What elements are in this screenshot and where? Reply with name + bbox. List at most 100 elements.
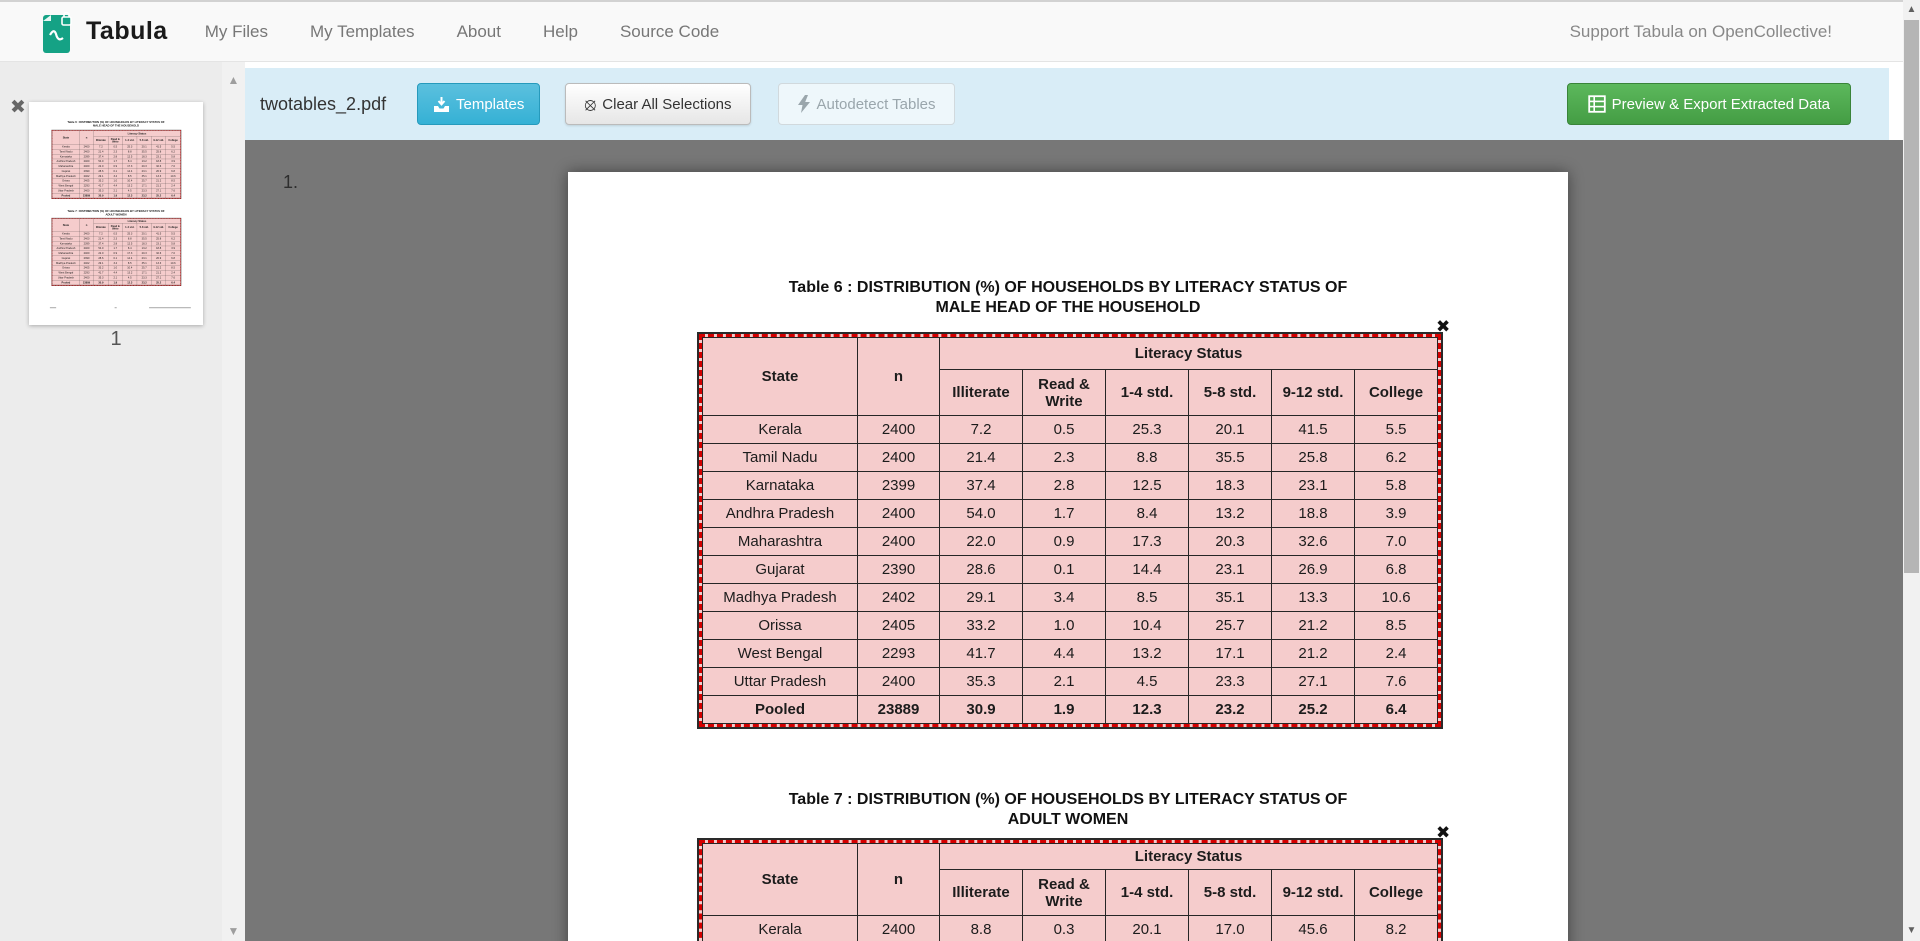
document-filename: twotables_2.pdf (260, 94, 391, 115)
table-cell: 5.5 (1355, 416, 1438, 444)
table-title: Table 7 : DISTRIBUTION (%) OF HOUSEHOLDS… (29, 210, 203, 217)
table-cell: 23.2 (1189, 696, 1272, 724)
table-cell: 21.4 (940, 444, 1023, 472)
column-header: College (1355, 370, 1438, 416)
table-cell: 18.8 (1272, 500, 1355, 528)
tabula-home-link[interactable]: Tabula (43, 11, 168, 53)
table-cell: 29.1 (940, 584, 1023, 612)
table-cell: 21.2 (1272, 612, 1355, 640)
autodetect-button-label: Autodetect Tables (817, 96, 936, 113)
table-cell: 8.5 (1106, 584, 1189, 612)
table-cell: 35.1 (1189, 584, 1272, 612)
table-cell: 41.7 (940, 640, 1023, 668)
table-cell: 8.2 (1355, 916, 1438, 941)
nav-link-about[interactable]: About (457, 22, 501, 42)
table-cell: 2.1 (1023, 668, 1106, 696)
nav-link-source-code[interactable]: Source Code (620, 22, 719, 42)
table-cell: 23.2 (137, 280, 151, 285)
support-link[interactable]: Support Tabula on OpenCollective! (1570, 22, 1832, 42)
page-thumbnail[interactable]: Table 6 : DISTRIBUTION (%) OF HOUSEHOLDS… (29, 102, 203, 325)
nav-link-my-templates[interactable]: My Templates (310, 22, 415, 42)
table-cell: 6.2 (1355, 444, 1438, 472)
selection-region[interactable]: StatenLiteracy StatusIlliterateRead & Wr… (52, 218, 181, 285)
table-cell: 25.2 (151, 280, 165, 285)
table-cell: 30.9 (940, 696, 1023, 724)
table-list-icon (1588, 95, 1606, 113)
table-cell: 26.9 (1272, 556, 1355, 584)
scrollbar-up-icon[interactable]: ▲ (1903, 4, 1920, 15)
table-cell: 20.1 (1106, 916, 1189, 941)
extracted-table: StatenLiteracy StatusIlliterateRead & Wr… (52, 219, 180, 285)
table-cell: 18.3 (1189, 472, 1272, 500)
page-number-label: 1. (283, 172, 298, 193)
nav-link-help[interactable]: Help (543, 22, 578, 42)
table-row: Kerala24008.80.320.117.045.68.2 (703, 916, 1438, 941)
table-cell: Andhra Pradesh (703, 500, 858, 528)
table-cell: 10.4 (1106, 612, 1189, 640)
autodetect-tables-button[interactable]: Autodetect Tables (778, 83, 955, 125)
scrollbar-thumb[interactable] (1904, 20, 1919, 573)
preview-export-button[interactable]: Preview & Export Extracted Data (1567, 83, 1851, 125)
export-button-label: Preview & Export Extracted Data (1612, 96, 1830, 113)
nav-link-my-files[interactable]: My Files (205, 22, 268, 42)
scrollbar-down-icon[interactable]: ▼ (1903, 925, 1920, 936)
table-cell: 2.4 (1355, 640, 1438, 668)
column-header: State (52, 131, 79, 145)
table-cell: Pooled (52, 193, 79, 198)
selection-close-icon[interactable]: ✖ (1436, 824, 1450, 841)
table-row: Gujarat239028.60.114.423.126.96.8 (703, 556, 1438, 584)
extracted-table: StatenLiteracy StatusIlliterateRead & Wr… (702, 843, 1438, 941)
table-cell: 4.5 (1106, 668, 1189, 696)
table-cell: 17.0 (1189, 916, 1272, 941)
table-cell: 2.3 (1023, 444, 1106, 472)
clear-all-selections-button[interactable]: ⦻ Clear All Selections (565, 83, 750, 125)
table-cell: Madhya Pradesh (703, 584, 858, 612)
table-cell: 2400 (858, 500, 940, 528)
triangle-down-icon[interactable]: ▼ (228, 924, 240, 938)
table-cell: 13.3 (1272, 584, 1355, 612)
table-cell: 6.4 (166, 280, 180, 285)
selection-region[interactable]: StatenLiteracy StatusIlliterateRead & Wr… (52, 130, 181, 198)
table-cell: 23.1 (1272, 472, 1355, 500)
table-cell: West Bengal (703, 640, 858, 668)
templates-button[interactable]: Templates (417, 83, 540, 125)
table-cell: 0.3 (1023, 916, 1106, 941)
selection-region[interactable]: StatenLiteracy StatusIlliterateRead & Wr… (699, 840, 1441, 941)
navbar-links: My Files My Templates About Help Source Code (205, 22, 761, 42)
table-cell: 1.9 (108, 280, 122, 285)
table-cell: 25.3 (1106, 416, 1189, 444)
table-cell: 2400 (858, 444, 940, 472)
table-cell: 7.6 (1355, 668, 1438, 696)
table-cell: 23889 (858, 696, 940, 724)
selection-close-icon[interactable]: ✖ (1436, 318, 1450, 335)
column-header: Illiterate (940, 370, 1023, 416)
table-cell: 12.5 (1106, 472, 1189, 500)
table-cell: 0.1 (1023, 556, 1106, 584)
column-header: 5-8 std. (1189, 870, 1272, 916)
table-cell: 41.5 (1272, 416, 1355, 444)
table-cell: Kerala (703, 916, 858, 941)
table-row: Orissa240533.21.010.425.721.28.5 (703, 612, 1438, 640)
table-cell: 35.5 (1189, 444, 1272, 472)
table-cell: 37.4 (940, 472, 1023, 500)
lightning-bolt-icon (797, 95, 811, 113)
table-cell: 35.3 (940, 668, 1023, 696)
column-header: 9-12 std. (151, 136, 165, 144)
table-cell: 22.0 (940, 528, 1023, 556)
extracted-table: StatenLiteracy StatusIlliterateRead & Wr… (52, 131, 180, 198)
triangle-up-icon[interactable]: ▲ (228, 73, 240, 87)
table-cell: 1.9 (1023, 696, 1106, 724)
table-row: Andhra Pradesh240054.01.78.413.218.83.9 (703, 500, 1438, 528)
page-footer-text (29, 307, 203, 308)
table-cell: 45.6 (1272, 916, 1355, 941)
close-x-icon[interactable]: ✖ (10, 98, 26, 117)
table-cell: 20.3 (1189, 528, 1272, 556)
selection-region[interactable]: StatenLiteracy StatusIlliterateRead & Wr… (699, 334, 1441, 727)
table-cell: 10.6 (1355, 584, 1438, 612)
table-cell: 23.2 (137, 193, 151, 198)
pdf-page[interactable]: Table 6 : DISTRIBUTION (%) OF HOUSEHOLDS… (568, 172, 1568, 941)
table-row: Madhya Pradesh240229.13.48.535.113.310.6 (703, 584, 1438, 612)
column-header: 9-12 std. (151, 223, 165, 231)
column-header: Read & Write (1023, 370, 1106, 416)
column-header: 9-12 std. (1272, 870, 1355, 916)
